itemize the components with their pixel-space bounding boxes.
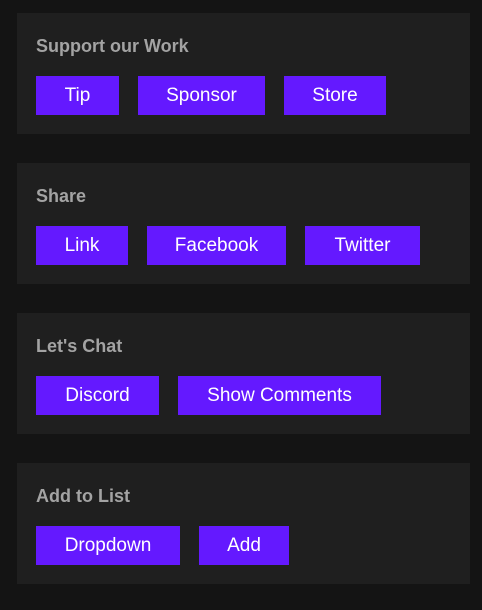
support-section-title: Support our Work [36, 36, 189, 56]
show-comments-button[interactable]: Show Comments [178, 376, 381, 415]
share-button-row: Link Facebook Twitter [36, 226, 420, 265]
chat-section-title: Let's Chat [36, 336, 123, 356]
store-button[interactable]: Store [284, 76, 386, 115]
sponsor-button[interactable]: Sponsor [138, 76, 265, 115]
add-to-list-button-row: Dropdown Add [36, 526, 289, 565]
discord-button[interactable]: Discord [36, 376, 159, 415]
share-section-title: Share [36, 186, 87, 206]
chat-section: Let's Chat Discord Show Comments [17, 313, 470, 434]
add-button[interactable]: Add [199, 526, 289, 565]
share-section: Share Link Facebook Twitter [17, 163, 470, 284]
chat-button-row: Discord Show Comments [36, 376, 381, 415]
tip-button[interactable]: Tip [36, 76, 119, 115]
dropdown-button[interactable]: Dropdown [36, 526, 180, 565]
page: Support our Work Tip Sponsor Store Share… [0, 0, 482, 610]
add-to-list-section: Add to List Dropdown Add [17, 463, 470, 584]
support-button-row: Tip Sponsor Store [36, 76, 386, 115]
twitter-button[interactable]: Twitter [305, 226, 420, 265]
facebook-button[interactable]: Facebook [147, 226, 286, 265]
link-button[interactable]: Link [36, 226, 128, 265]
support-section: Support our Work Tip Sponsor Store [17, 13, 470, 134]
add-to-list-section-title: Add to List [36, 486, 130, 506]
